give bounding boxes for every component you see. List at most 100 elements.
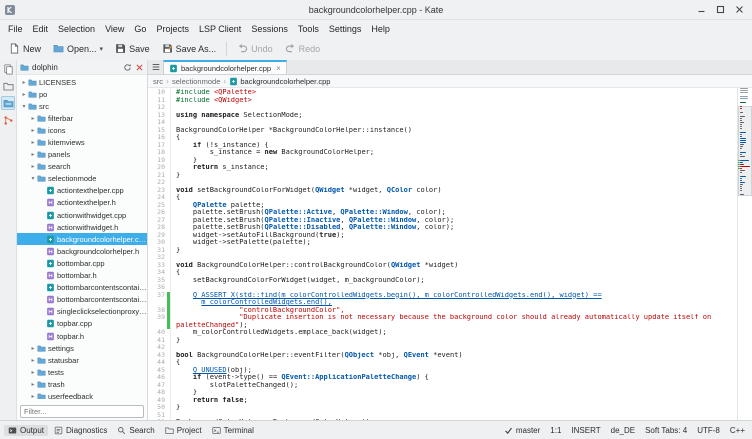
code-line[interactable]: 43bool BackgroundColorHelper::eventFilte… xyxy=(148,352,737,360)
code-line[interactable]: 16{ xyxy=(148,134,737,142)
code-line[interactable]: 49 return false; xyxy=(148,397,737,405)
menu-go[interactable]: Go xyxy=(129,23,151,35)
status-de-de[interactable]: de_DE xyxy=(611,426,635,435)
code-line[interactable]: 27 palette.setBrush(QPalette::Inactive, … xyxy=(148,217,737,225)
tree-item-actiontexthelper-h[interactable]: actiontexthelper.h xyxy=(17,197,147,209)
code-line[interactable]: 12 xyxy=(148,104,737,112)
code-line[interactable]: 11#include <QWidget> xyxy=(148,97,737,105)
status-c[interactable]: C++ xyxy=(730,426,745,435)
code-line[interactable]: 40 m_colorControlledWidgets.emplace_back… xyxy=(148,329,737,337)
code-line[interactable]: 13using namespace SelectionMode; xyxy=(148,112,737,120)
menu-help[interactable]: Help xyxy=(366,23,395,35)
menu-file[interactable]: File xyxy=(3,23,28,35)
code-line[interactable]: 47 slotPaletteChanged(); xyxy=(148,382,737,390)
code-line[interactable]: 37 Q_ASSERT_X(std::find(m_colorControlle… xyxy=(148,292,737,300)
code-line[interactable]: 17 if (!s_instance) { xyxy=(148,142,737,150)
code-line[interactable]: 21} xyxy=(148,172,737,180)
tree-item-statusbar[interactable]: ▸statusbar xyxy=(17,354,147,366)
save-button[interactable]: Save xyxy=(110,41,155,56)
tree-item-bottombarcontentscontainer-cpp[interactable]: bottombarcontentscontainer.cpp xyxy=(17,282,147,294)
status-utf-8[interactable]: UTF-8 xyxy=(697,426,720,435)
code-line[interactable]: 48 } xyxy=(148,389,737,397)
code-line[interactable]: 38 "controlBackgroundColor", xyxy=(148,307,737,315)
tree-item-actionwithwidget-cpp[interactable]: actionwithwidget.cpp xyxy=(17,209,147,221)
status-insert[interactable]: INSERT xyxy=(571,426,600,435)
menu-tools[interactable]: Tools xyxy=(293,23,324,35)
filesystem-sidebar-button[interactable] xyxy=(1,79,15,93)
tree-item-backgroundcolorhelper-cpp[interactable]: backgroundcolorhelper.cpp xyxy=(17,233,147,245)
code-line[interactable]: 45 Q_UNUSED(obj); xyxy=(148,367,737,375)
tree-item-licenses[interactable]: ▸LICENSES xyxy=(17,76,147,88)
status-1-1[interactable]: 1:1 xyxy=(550,426,561,435)
tree-item-actionwithwidget-h[interactable]: actionwithwidget.h xyxy=(17,221,147,233)
projects-sidebar-button[interactable] xyxy=(1,96,15,110)
code-line[interactable]: 25 QPalette palette; xyxy=(148,202,737,210)
open-button[interactable]: Open...▾ xyxy=(48,41,108,56)
close-panel-icon[interactable] xyxy=(135,63,144,72)
tree-item-userfeedback[interactable]: ▸userfeedback xyxy=(17,390,147,399)
status-toggle-output[interactable]: Output xyxy=(4,425,48,436)
new-button[interactable]: New xyxy=(4,41,46,56)
code-line[interactable]: 20 return s_instance; xyxy=(148,164,737,172)
status-toggle-project[interactable]: Project xyxy=(161,425,206,436)
filter-input[interactable] xyxy=(20,405,144,418)
tree-item-backgroundcolorhelper-h[interactable]: backgroundcolorhelper.h xyxy=(17,245,147,257)
tree-item-kitemviews[interactable]: ▸kitemviews xyxy=(17,136,147,148)
code-line[interactable]: 28 palette.setBrush(QPalette::Disabled, … xyxy=(148,224,737,232)
code-line[interactable]: paletteChanged"); xyxy=(148,322,737,330)
project-name[interactable]: dolphin xyxy=(32,63,58,72)
tab-close-icon[interactable]: × xyxy=(276,64,281,73)
menu-projects[interactable]: Projects xyxy=(151,23,194,35)
breadcrumb-segment-selectionmode[interactable]: selectionmode xyxy=(172,77,220,86)
tree-item-filterbar[interactable]: ▸filterbar xyxy=(17,112,147,124)
tree-item-actiontexthelper-cpp[interactable]: actiontexthelper.cpp xyxy=(17,185,147,197)
code-line[interactable]: 22 xyxy=(148,179,737,187)
code-line[interactable]: 50} xyxy=(148,404,737,412)
tree-item-src[interactable]: ▾src xyxy=(17,100,147,112)
close-button[interactable] xyxy=(731,2,748,17)
menu-sessions[interactable]: Sessions xyxy=(246,23,293,35)
code-line[interactable]: 33void BackgroundColorHelper::controlBac… xyxy=(148,262,737,270)
tree-item-trash[interactable]: ▸trash xyxy=(17,378,147,390)
documents-list-icon[interactable] xyxy=(148,60,163,74)
code-line[interactable]: 10#include <QPalette> xyxy=(148,89,737,97)
tree-item-topbar-h[interactable]: topbar.h xyxy=(17,330,147,342)
code-line[interactable]: 39 "Duplicate insertion is not necessary… xyxy=(148,314,737,322)
menu-settings[interactable]: Settings xyxy=(324,23,367,35)
breadcrumb-segment-src[interactable]: src xyxy=(153,77,163,86)
tree-item-bottombar-h[interactable]: bottombar.h xyxy=(17,270,147,282)
code-line[interactable]: 44{ xyxy=(148,359,737,367)
code-line[interactable]: 23void setBackgroundColorForWidget(QWidg… xyxy=(148,187,737,195)
code-line[interactable]: 24{ xyxy=(148,194,737,202)
code-line[interactable]: 46 if (event->type() == QEvent::Applicat… xyxy=(148,374,737,382)
status-soft-tabs-4[interactable]: Soft Tabs: 4 xyxy=(645,426,687,435)
save-as-button[interactable]: Save As... xyxy=(157,41,222,56)
tab-backgroundcolorhelper-cpp[interactable]: backgroundcolorhelper.cpp × xyxy=(163,60,287,74)
refresh-icon[interactable] xyxy=(123,63,132,72)
menu-lsp-client[interactable]: LSP Client xyxy=(194,23,246,35)
tree-item-search[interactable]: ▸search xyxy=(17,161,147,173)
code-line[interactable]: 35 setBackgroundColorForWidget(widget, m… xyxy=(148,277,737,285)
status-toggle-diagnostics[interactable]: Diagnostics xyxy=(50,425,111,436)
code-line[interactable]: 14 xyxy=(148,119,737,127)
minimap-view-region[interactable] xyxy=(738,106,752,196)
menu-edit[interactable]: Edit xyxy=(28,23,54,35)
tree-item-settings[interactable]: ▸settings xyxy=(17,342,147,354)
code-line[interactable]: 36 xyxy=(148,284,737,292)
code-line[interactable]: 34{ xyxy=(148,269,737,277)
code-line[interactable]: 26 palette.setBrush(QPalette::Active, QP… xyxy=(148,209,737,217)
code-line[interactable]: 51 xyxy=(148,412,737,420)
code-line[interactable]: 18 s_instance = new BackgroundColorHelpe… xyxy=(148,149,737,157)
minimap-scrollbar[interactable] xyxy=(737,88,752,421)
code-line[interactable]: 30 widget->setPalette(palette); xyxy=(148,239,737,247)
status-toggle-terminal[interactable]: Terminal xyxy=(208,425,258,436)
tree-item-po[interactable]: ▸po xyxy=(17,88,147,100)
menu-selection[interactable]: Selection xyxy=(53,23,100,35)
code-line[interactable]: m_colorControlledWidgets.end(), xyxy=(148,299,737,307)
code-line[interactable]: 29 widget->setAutoFillBackground(true); xyxy=(148,232,737,240)
code-line[interactable]: 15BackgroundColorHelper *BackgroundColor… xyxy=(148,127,737,135)
tree-item-panels[interactable]: ▸panels xyxy=(17,149,147,161)
code-line[interactable]: 31} xyxy=(148,247,737,255)
documents-sidebar-button[interactable] xyxy=(1,62,15,76)
breadcrumb-file[interactable]: backgroundcolorhelper.cpp xyxy=(229,77,330,86)
